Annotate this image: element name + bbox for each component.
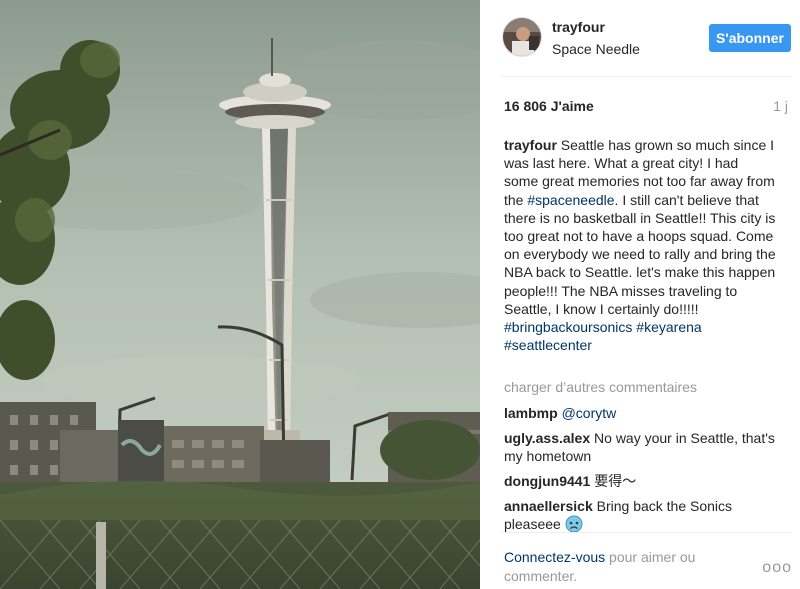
post-time[interactable]: 1 j (773, 98, 788, 114)
hashtag-link[interactable]: #spaceneedle (527, 192, 614, 208)
post-details-panel: trayfour Space Needle S'abonner 16 806 J… (480, 0, 800, 589)
post-header: trayfour Space Needle S'abonner (480, 0, 800, 77)
comments-list: lambmp @corytw ugly.ass.alex No way your… (504, 404, 776, 540)
comment-item: dongjun9441 要得～ (504, 472, 776, 490)
worried-face-icon (565, 515, 583, 533)
comment-item: lambmp @corytw (504, 404, 776, 422)
more-options-icon[interactable]: ooo (762, 559, 792, 577)
username-link[interactable]: trayfour (552, 19, 605, 35)
hashtag-link[interactable]: #seattlecenter (504, 337, 592, 353)
follow-button[interactable]: S'abonner (709, 24, 791, 52)
comment-username[interactable]: lambmp (504, 405, 558, 421)
avatar[interactable] (502, 17, 542, 57)
space-needle-photo (0, 0, 480, 589)
caption-text-2: . I still can't believe that there is no… (504, 191, 776, 317)
comment-username[interactable]: annaellersick (504, 498, 593, 514)
load-more-comments-link[interactable]: charger d’autres commentaires (504, 379, 697, 395)
comment-item: annaellersick Bring back the Sonics plea… (504, 497, 776, 533)
likes-count[interactable]: 16 806 J'aime (504, 98, 594, 114)
comment-text: 要得～ (590, 473, 637, 489)
post-photo[interactable] (0, 0, 480, 589)
mention-link[interactable]: @corytw (562, 405, 617, 421)
hashtag-link[interactable]: #keyarena (636, 319, 701, 335)
post-caption: trayfour Seattle has grown so much since… (504, 136, 776, 354)
location-link[interactable]: Space Needle (552, 41, 640, 57)
comment-item: ugly.ass.alex No way your in Seattle, th… (504, 429, 776, 465)
footer-divider (502, 532, 792, 533)
hashtag-link[interactable]: #bringbackoursonics (504, 319, 632, 335)
caption-username[interactable]: trayfour (504, 137, 557, 153)
login-prompt: Connectez-vous pour aimer ou commenter. (504, 548, 744, 585)
login-link[interactable]: Connectez-vous (504, 549, 605, 565)
comment-username[interactable]: ugly.ass.alex (504, 430, 590, 446)
comment-username[interactable]: dongjun9441 (504, 473, 590, 489)
header-divider (502, 76, 792, 77)
avatar-photo-icon (503, 18, 541, 56)
